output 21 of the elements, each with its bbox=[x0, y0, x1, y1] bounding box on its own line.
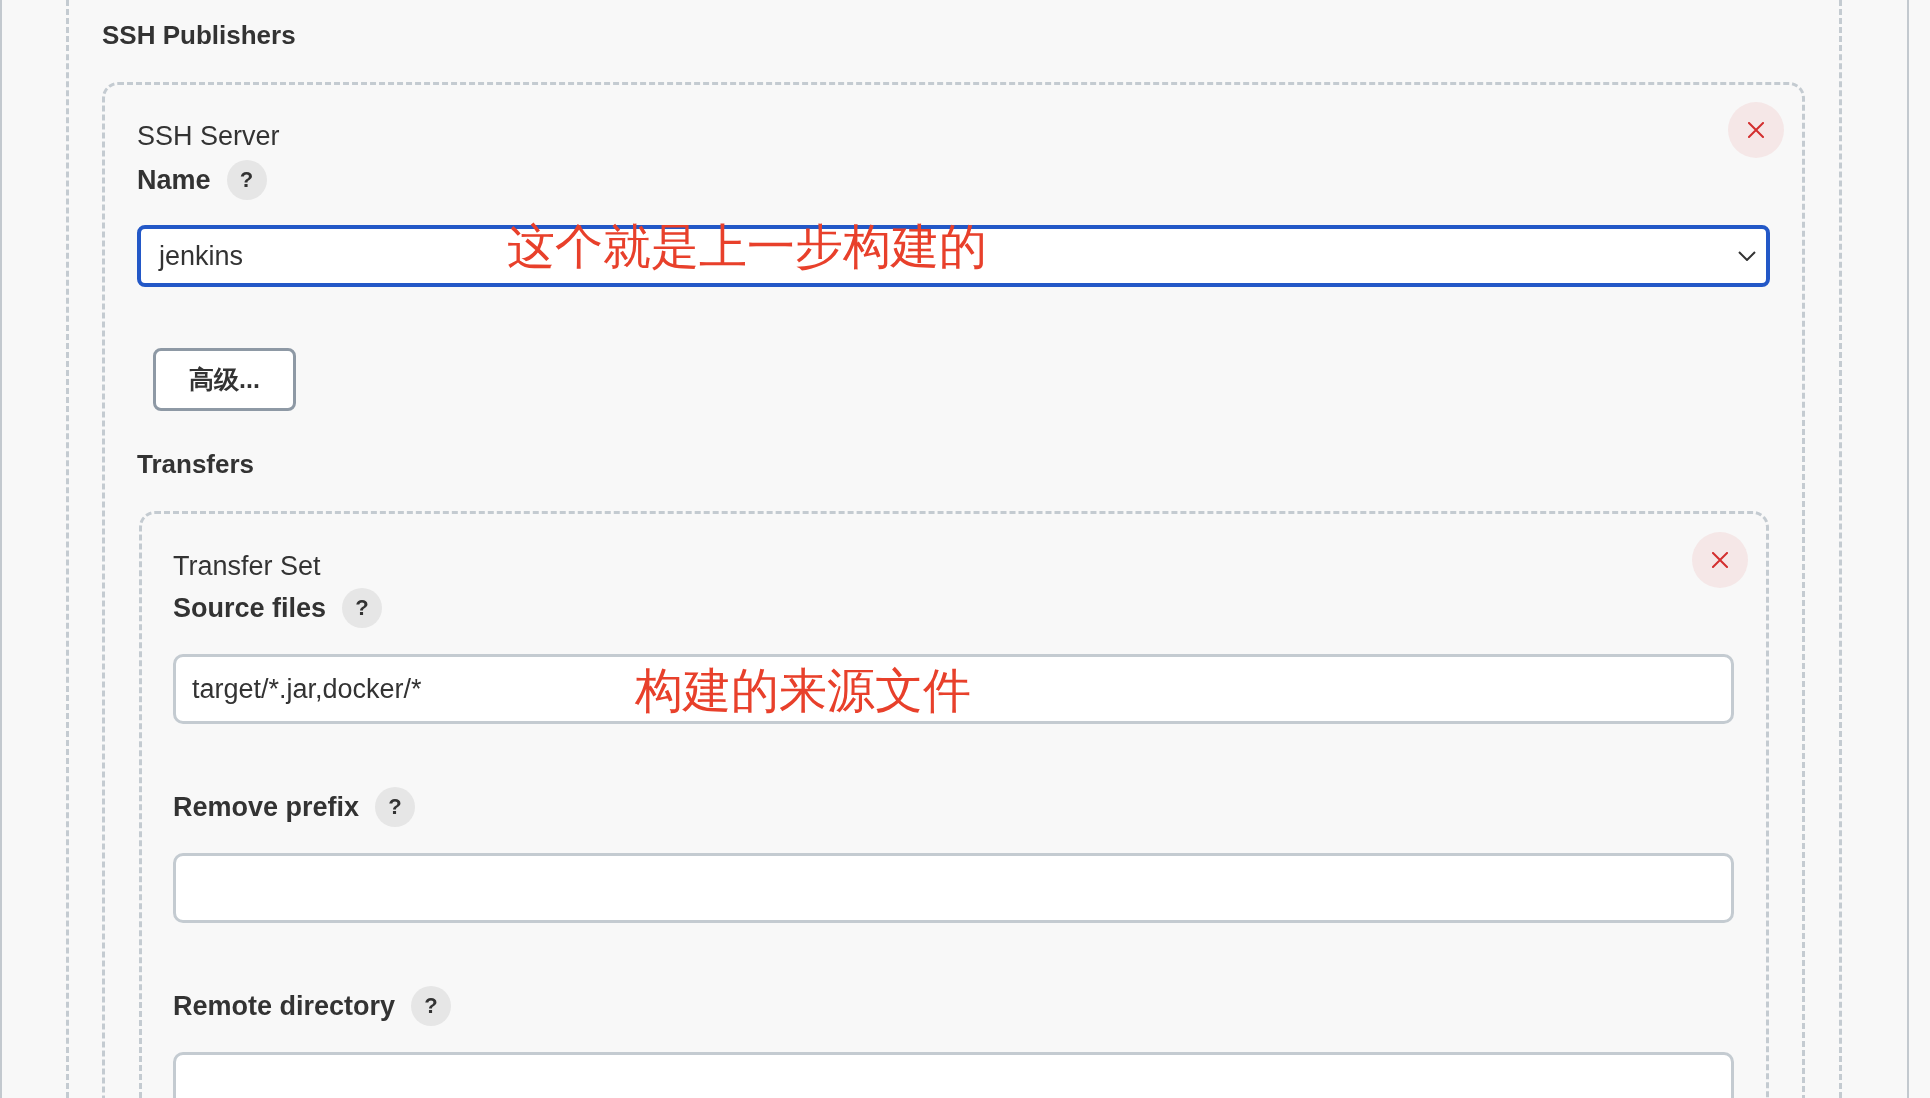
help-button[interactable]: ? bbox=[342, 588, 383, 628]
close-button[interactable] bbox=[1692, 532, 1748, 588]
field-label: Source files bbox=[173, 592, 327, 624]
close-icon bbox=[1712, 552, 1728, 568]
help-button[interactable]: ? bbox=[375, 787, 416, 827]
field-label: Name bbox=[137, 164, 211, 196]
close-button[interactable] bbox=[1728, 102, 1784, 158]
panel-heading: SSH Server bbox=[137, 120, 280, 152]
advanced-button[interactable]: 高级... bbox=[153, 348, 296, 411]
section-title: SSH Publishers bbox=[102, 20, 296, 51]
annotation-text: 这个就是上一步构建的 bbox=[507, 222, 987, 270]
annotation-text: 构建的来源文件 bbox=[635, 666, 971, 714]
field-label: Remote directory bbox=[173, 990, 396, 1022]
chevron-down-icon bbox=[1738, 251, 1756, 261]
input-field[interactable] bbox=[173, 853, 1734, 923]
close-icon bbox=[1748, 122, 1764, 138]
field-label: Remove prefix bbox=[173, 791, 360, 823]
panel-heading: Transfer Set bbox=[173, 550, 321, 582]
transfers-title: Transfers bbox=[137, 448, 255, 480]
help-button[interactable]: ? bbox=[226, 160, 267, 200]
help-button[interactable]: ? bbox=[411, 986, 452, 1026]
